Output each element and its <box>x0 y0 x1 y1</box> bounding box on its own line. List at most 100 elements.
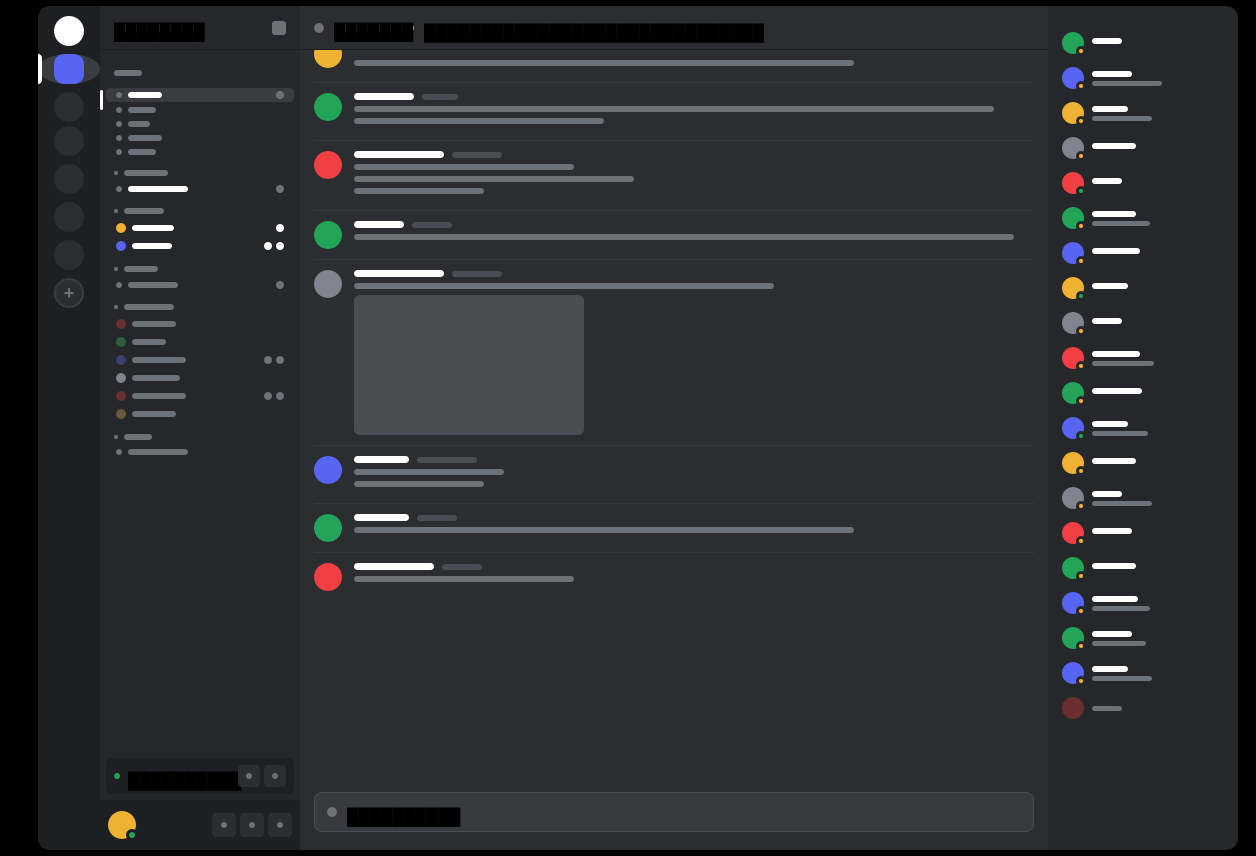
server-icon[interactable] <box>54 202 84 232</box>
voice-status-panel[interactable]: ██████████ <box>106 758 294 794</box>
add-server-button[interactable]: + <box>54 278 84 308</box>
message-author[interactable] <box>354 93 414 100</box>
message-input[interactable]: ██████████ <box>314 792 1034 832</box>
channel-action-icon[interactable] <box>276 185 284 193</box>
message[interactable] <box>314 50 1034 83</box>
channel-category-header[interactable] <box>106 262 294 276</box>
member-item[interactable] <box>1058 63 1228 93</box>
settings-button[interactable] <box>268 813 292 837</box>
message-author[interactable] <box>354 456 409 463</box>
member-item[interactable] <box>1058 693 1228 723</box>
channel-action-icon[interactable] <box>276 281 284 289</box>
member-item[interactable] <box>1058 98 1228 128</box>
server-icon[interactable] <box>54 92 84 122</box>
member-item[interactable] <box>1058 378 1228 408</box>
channel-action-icon[interactable] <box>264 356 272 364</box>
message-attachment[interactable] <box>354 295 584 435</box>
message-avatar[interactable] <box>314 221 342 249</box>
member-item[interactable] <box>1058 553 1228 583</box>
channel-item[interactable] <box>106 370 294 386</box>
message-author[interactable] <box>354 514 409 521</box>
channel-category-header[interactable] <box>106 204 294 218</box>
member-item[interactable] <box>1058 448 1228 478</box>
member-item[interactable] <box>1058 518 1228 548</box>
mute-button[interactable] <box>212 813 236 837</box>
channel-category-header[interactable] <box>106 430 294 444</box>
member-item[interactable] <box>1058 238 1228 268</box>
member-item[interactable] <box>1058 588 1228 618</box>
message-avatar[interactable] <box>314 456 342 484</box>
self-avatar[interactable] <box>108 811 136 839</box>
member-item[interactable] <box>1058 658 1228 688</box>
channel-action-icon[interactable] <box>276 242 284 250</box>
member-item[interactable] <box>1058 133 1228 163</box>
channel-item[interactable] <box>106 220 294 236</box>
member-item[interactable] <box>1058 273 1228 303</box>
server-header[interactable]: ████████ <box>100 6 300 50</box>
message-author[interactable] <box>354 221 404 228</box>
channel-item[interactable] <box>106 334 294 350</box>
channel-action-icon[interactable] <box>276 224 284 232</box>
channel-action-icon[interactable] <box>276 91 284 99</box>
server-folder[interactable] <box>54 92 84 156</box>
channel-action-icon[interactable] <box>276 392 284 400</box>
channel-category-header[interactable] <box>106 166 294 180</box>
channel-action-icon[interactable] <box>264 392 272 400</box>
channel-item[interactable] <box>106 316 294 332</box>
channel-item[interactable] <box>106 146 294 158</box>
message-author[interactable] <box>354 151 444 158</box>
voice-button-b[interactable] <box>264 765 286 787</box>
message-list[interactable] <box>300 50 1048 780</box>
member-list[interactable] <box>1048 6 1238 850</box>
message[interactable] <box>314 141 1034 211</box>
member-item[interactable] <box>1058 343 1228 373</box>
home-dm-button[interactable] <box>54 16 84 46</box>
channel-item[interactable] <box>106 446 294 458</box>
message-avatar[interactable] <box>314 151 342 179</box>
channel-item[interactable] <box>106 88 294 102</box>
member-item[interactable] <box>1058 483 1228 513</box>
message-avatar[interactable] <box>314 93 342 121</box>
message-avatar[interactable] <box>314 514 342 542</box>
message-avatar[interactable] <box>314 50 342 68</box>
member-item[interactable] <box>1058 623 1228 653</box>
channel-action-icon[interactable] <box>264 242 272 250</box>
server-icon[interactable] <box>54 126 84 156</box>
message[interactable] <box>314 553 1034 601</box>
voice-button-a[interactable] <box>238 765 260 787</box>
member-item[interactable] <box>1058 308 1228 338</box>
message-avatar[interactable] <box>314 563 342 591</box>
attach-icon[interactable] <box>327 807 337 817</box>
member-item[interactable] <box>1058 168 1228 198</box>
channel-item[interactable] <box>106 118 294 130</box>
channel-item[interactable] <box>106 182 294 196</box>
status-icon <box>1076 186 1086 196</box>
channel-item[interactable] <box>106 238 294 254</box>
channel-item[interactable] <box>106 388 294 404</box>
channel-item[interactable] <box>106 352 294 368</box>
channel-category-header[interactable] <box>106 300 294 314</box>
active-server-icon[interactable] <box>54 54 84 84</box>
message-author[interactable] <box>354 270 444 277</box>
message[interactable] <box>314 83 1034 141</box>
server-icon[interactable] <box>54 164 84 194</box>
channel-item[interactable] <box>106 278 294 292</box>
message[interactable] <box>314 260 1034 446</box>
message-author[interactable] <box>354 563 434 570</box>
channel-item[interactable] <box>106 406 294 422</box>
message[interactable] <box>314 211 1034 260</box>
message-avatar[interactable] <box>314 270 342 298</box>
member-item[interactable] <box>1058 413 1228 443</box>
channel-action-icon[interactable] <box>276 356 284 364</box>
deafen-button[interactable] <box>240 813 264 837</box>
server-icon[interactable] <box>54 240 84 270</box>
member-item[interactable] <box>1058 203 1228 233</box>
channel-category-header[interactable] <box>106 66 294 80</box>
channel-item[interactable] <box>106 104 294 116</box>
message[interactable] <box>314 504 1034 553</box>
message[interactable] <box>314 446 1034 504</box>
channel-item[interactable] <box>106 132 294 144</box>
member-item[interactable] <box>1058 28 1228 58</box>
user-panel[interactable] <box>100 800 300 850</box>
channel-list[interactable] <box>100 50 300 752</box>
